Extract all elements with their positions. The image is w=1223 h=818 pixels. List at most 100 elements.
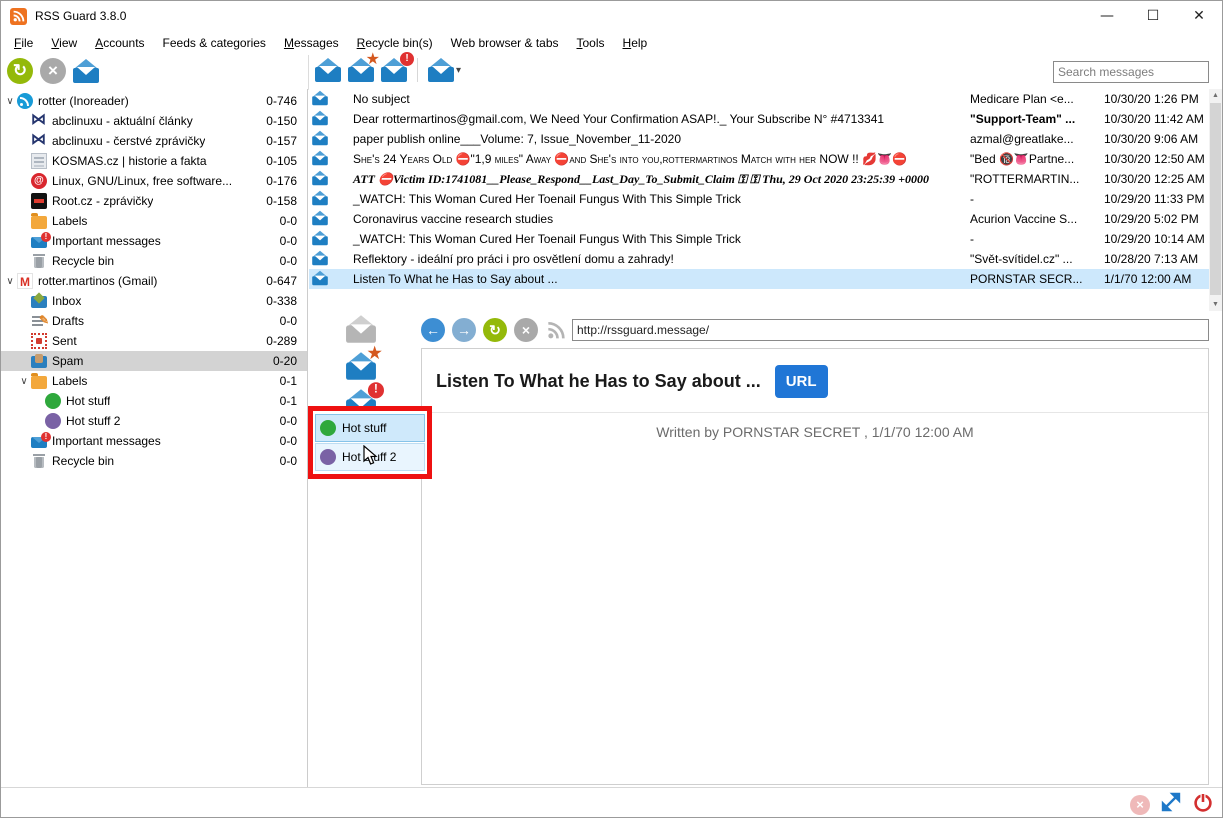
url-input[interactable] (572, 319, 1209, 341)
feed-item-spam[interactable]: Spam0-20 (1, 351, 307, 371)
feed-item-recycle-bin[interactable]: Recycle bin0-0 (1, 251, 307, 271)
message-row[interactable]: _WATCH: This Woman Cured Her Toenail Fun… (309, 229, 1222, 249)
feed-item-sent[interactable]: Sent0-289 (1, 331, 307, 351)
feed-unread-count: 0-0 (280, 314, 307, 328)
stop-icon[interactable]: × (514, 318, 538, 342)
message-row[interactable]: _WATCH: This Woman Cured Her Toenail Fun… (309, 189, 1222, 209)
feed-label: Labels (52, 374, 87, 388)
message-subject: paper publish online___Volume: 7, Issue_… (339, 132, 970, 146)
menu-feeds-categories[interactable]: Feeds & categories (154, 33, 275, 53)
read-message-icon (312, 190, 328, 204)
feed-item-rotter-martinos-gmail[interactable]: ∨rotter.martinos (Gmail)0-647 (1, 271, 307, 291)
message-row[interactable]: Listen To What he Has to Say about ...PO… (309, 269, 1222, 289)
maximize-button[interactable]: ☐ (1130, 1, 1176, 31)
feed-item-hot-stuff-2[interactable]: Hot stuff 20-0 (1, 411, 307, 431)
message-row[interactable]: Reflektory - ideální pro práci i pro osv… (309, 249, 1222, 269)
spam-icon (31, 356, 47, 368)
feed-item-rotter-inoreader[interactable]: ∨rotter (Inoreader)0-746 (1, 91, 307, 111)
reload-icon[interactable]: ↻ (483, 318, 507, 342)
message-author: "Support-Team" ... (970, 112, 1098, 126)
update-all-feeds-icon[interactable]: ↻ (7, 58, 33, 84)
inoreader-icon (17, 93, 33, 109)
menu-file[interactable]: File (5, 33, 42, 53)
app-rss-icon (10, 8, 27, 25)
message-date: 10/29/20 5:02 PM (1098, 212, 1208, 226)
feed-unread-count: 0-176 (266, 174, 307, 188)
feed-label: Spam (52, 354, 83, 368)
chevron-down-icon: ▾ (456, 65, 461, 76)
quit-icon[interactable] (1192, 791, 1214, 818)
menu-recycle-bin-s[interactable]: Recycle bin(s) (348, 33, 442, 53)
message-subject: Reflektory - ideální pro práci i pro osv… (339, 252, 970, 266)
forward-icon[interactable]: → (452, 318, 476, 342)
message-row[interactable]: paper publish online___Volume: 7, Issue_… (309, 129, 1222, 149)
label-option-hot-stuff-2[interactable]: Hot stuff 2 (315, 443, 425, 471)
message-date: 10/30/20 9:06 AM (1098, 132, 1208, 146)
feed-item-important-messages[interactable]: Important messages0-0 (1, 431, 307, 451)
feed-item-labels[interactable]: ∨Labels0-1 (1, 371, 307, 391)
feed-unread-count: 0-0 (280, 414, 307, 428)
fullscreen-icon[interactable] (1160, 791, 1182, 818)
message-date: 10/29/20 10:14 AM (1098, 232, 1208, 246)
feed-item-kosmas-cz-historie-a-fakta[interactable]: KOSMAS.cz | historie a fakta0-105 (1, 151, 307, 171)
message-row[interactable]: Dear rottermartinos@gmail.com, We Need Y… (309, 109, 1222, 129)
message-row[interactable]: She's 24 Years Old ⛔"1,9 miles" Away ⛔an… (309, 149, 1222, 169)
mark-important-icon[interactable]: ★ (348, 58, 374, 82)
menu-web-browser-tabs[interactable]: Web browser & tabs (442, 33, 568, 53)
feed-item-drafts[interactable]: Drafts 0-0 (1, 311, 307, 331)
feed-item-labels[interactable]: Labels0-0 (1, 211, 307, 231)
stop-updates-icon[interactable]: × (40, 58, 66, 84)
message-actions-icon[interactable]: ▾ (428, 58, 461, 82)
feed-item-linux-gnu-linux-free-software[interactable]: Linux, GNU/Linux, free software...0-176 (1, 171, 307, 191)
mark-read-icon[interactable] (346, 315, 376, 343)
feeds-toolbar: ↻× (7, 58, 99, 84)
feed-unread-count: 0-157 (266, 134, 307, 148)
minimize-button[interactable]: — (1084, 1, 1130, 31)
exclamation-badge-icon: ! (368, 382, 384, 398)
important-messages-icon (31, 237, 47, 248)
mark-unread-icon[interactable]: ! (381, 58, 407, 82)
feed-item-abclinuxu-erstv-zpr-vi-ky[interactable]: abclinuxu - čerstvé zprávičky0-157 (1, 131, 307, 151)
toolbar: ↻× ★!▾ (1, 55, 1222, 90)
scroll-up-icon[interactable]: ▲ (1209, 89, 1222, 102)
feed-item-recycle-bin[interactable]: Recycle bin0-0 (1, 451, 307, 471)
scroll-down-icon[interactable]: ▼ (1209, 298, 1222, 311)
menu-view[interactable]: View (42, 33, 86, 53)
back-icon[interactable]: ← (421, 318, 445, 342)
feed-item-root-cz-zpr-vi-ky[interactable]: Root.cz - zprávičky 0-158 (1, 191, 307, 211)
read-message-icon (312, 230, 328, 244)
feed-item-important-messages[interactable]: Important messages0-0 (1, 231, 307, 251)
menu-messages[interactable]: Messages (275, 33, 348, 53)
menu-tools[interactable]: Tools (568, 33, 614, 53)
mark-important-icon[interactable]: ★ (346, 352, 376, 380)
mark-all-read-icon[interactable] (73, 59, 99, 83)
chevron-expanded-icon[interactable]: ∨ (3, 96, 17, 107)
message-row[interactable]: No subjectMedicare Plan <e...10/30/20 1:… (309, 89, 1222, 109)
menu-help[interactable]: Help (614, 33, 657, 53)
menu-accounts[interactable]: Accounts (86, 33, 153, 53)
message-subject: _WATCH: This Woman Cured Her Toenail Fun… (339, 232, 970, 246)
message-list-scrollbar[interactable]: ▲ ▼ (1209, 89, 1222, 311)
feed-item-abclinuxu-aktu-ln-l-nky[interactable]: abclinuxu - aktuální články0-150 (1, 111, 307, 131)
feed-label: Root.cz - zprávičky (52, 194, 153, 208)
url-button[interactable]: URL (775, 365, 828, 398)
feed-label: abclinuxu - aktuální články (52, 114, 193, 128)
feed-item-hot-stuff[interactable]: Hot stuff0-1 (1, 391, 307, 411)
chevron-expanded-icon[interactable]: ∨ (3, 276, 17, 287)
feed-unread-count: 0-1 (280, 394, 307, 408)
chevron-expanded-icon[interactable]: ∨ (17, 376, 31, 387)
message-date: 10/30/20 1:26 PM (1098, 92, 1208, 106)
message-title: Listen To What he Has to Say about ... (436, 371, 761, 392)
feed-label: Drafts (52, 314, 84, 328)
message-date: 10/30/20 11:42 AM (1098, 112, 1208, 126)
label-option-hot-stuff[interactable]: Hot stuff (315, 414, 425, 442)
mark-read-icon[interactable] (315, 58, 341, 82)
star-badge-icon: ★ (366, 345, 382, 363)
message-row[interactable]: Coronavirus vaccine research studiesAcur… (309, 209, 1222, 229)
search-input[interactable] (1053, 61, 1209, 83)
feed-item-inbox[interactable]: Inbox0-338 (1, 291, 307, 311)
scrollbar-thumb[interactable] (1210, 103, 1221, 295)
message-row[interactable]: ATT ⛔Victim ID:1741081__Please_Respond__… (309, 169, 1222, 189)
close-button[interactable]: ✕ (1176, 1, 1222, 31)
feed-unread-count: 0-158 (266, 194, 307, 208)
